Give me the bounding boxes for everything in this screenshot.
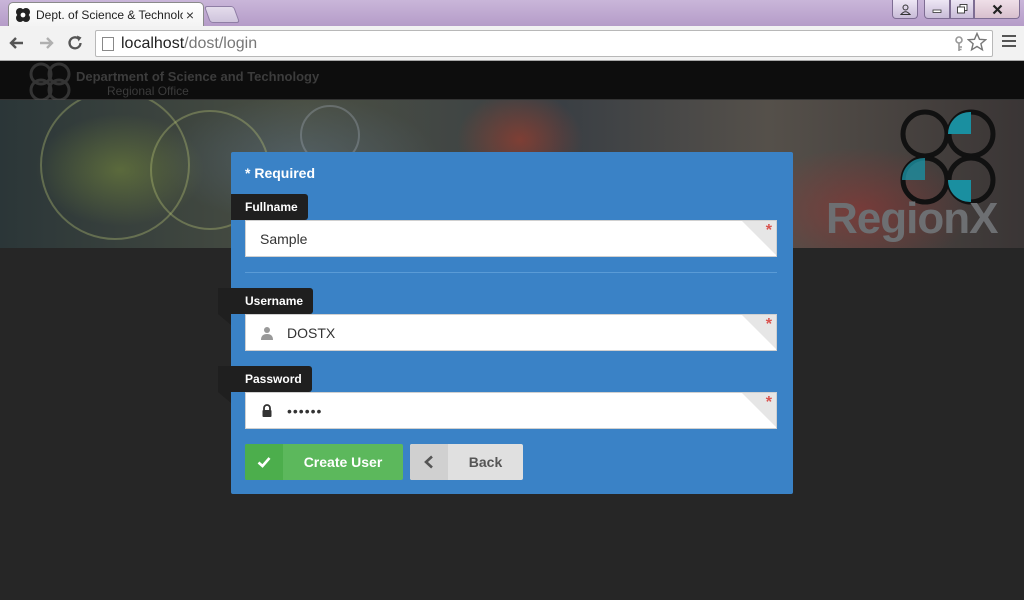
minimize-icon [932, 9, 942, 13]
required-asterisk-icon: * [765, 222, 772, 239]
site-title: Department of Science and Technology [76, 69, 320, 84]
user-icon [261, 327, 273, 340]
lock-icon [262, 404, 272, 417]
key-icon[interactable] [954, 36, 964, 52]
browser-titlebar: Dept. of Science & Technology × [0, 0, 1024, 27]
label-tail [218, 392, 231, 403]
dost-logo-icon [29, 62, 71, 102]
tab-close-icon[interactable]: × [183, 7, 197, 23]
page-icon [102, 36, 114, 51]
browser-tab[interactable]: Dept. of Science & Technology × [8, 2, 204, 27]
required-asterisk-icon: * [765, 316, 772, 333]
username-input[interactable]: DOSTX * [245, 314, 777, 351]
fullname-value: Sample [260, 231, 308, 247]
create-user-button[interactable]: Create User [245, 444, 403, 480]
restore-icon [956, 4, 967, 14]
password-input[interactable]: •••••• * [245, 392, 777, 429]
restore-button[interactable] [950, 0, 974, 19]
url-path: /dost/login [184, 34, 258, 52]
fullname-label: Fullname [231, 194, 308, 220]
create-user-form: * Required Fullname Sample * Username DO… [218, 152, 793, 494]
reload-icon[interactable] [64, 32, 86, 54]
bookmark-star-icon[interactable] [967, 32, 987, 52]
dost-favicon-icon [16, 8, 30, 22]
url-text: localhost/dost/login [121, 35, 257, 53]
minimize-button[interactable] [924, 0, 950, 19]
region-text: RegionX [826, 194, 998, 243]
window-controls [892, 0, 1020, 19]
profile-button[interactable] [892, 0, 918, 19]
password-label: Password [218, 366, 312, 392]
form-divider [245, 272, 777, 273]
create-user-label: Create User [303, 454, 383, 470]
url-host: localhost [121, 34, 185, 52]
site-subtitle: Regional Office [107, 84, 189, 98]
check-icon [245, 444, 283, 480]
menu-icon[interactable] [1002, 35, 1016, 49]
close-window-button[interactable] [974, 0, 1020, 19]
password-value: •••••• [287, 403, 323, 419]
tab-title: Dept. of Science & Technology [36, 8, 183, 22]
site-header: Department of Science and Technology Reg… [0, 61, 1024, 102]
back-arrow-icon[interactable] [6, 32, 28, 54]
person-icon [899, 4, 911, 15]
chevron-left-icon [410, 444, 448, 480]
forward-arrow-icon[interactable] [35, 32, 57, 54]
back-button[interactable]: Back [410, 444, 523, 480]
back-label: Back [468, 454, 503, 470]
browser-toolbar: localhost/dost/login [0, 26, 1024, 61]
new-tab-button[interactable] [203, 6, 241, 23]
address-bar[interactable]: localhost/dost/login [95, 30, 993, 57]
label-tail [218, 314, 231, 325]
username-label: Username [218, 288, 314, 314]
required-asterisk-icon: * [765, 394, 772, 411]
fullname-input[interactable]: Sample * [245, 220, 777, 257]
close-icon [992, 4, 1002, 14]
username-value: DOSTX [287, 325, 336, 341]
required-note: * Required [245, 165, 316, 181]
region-logo-icon [900, 109, 996, 205]
